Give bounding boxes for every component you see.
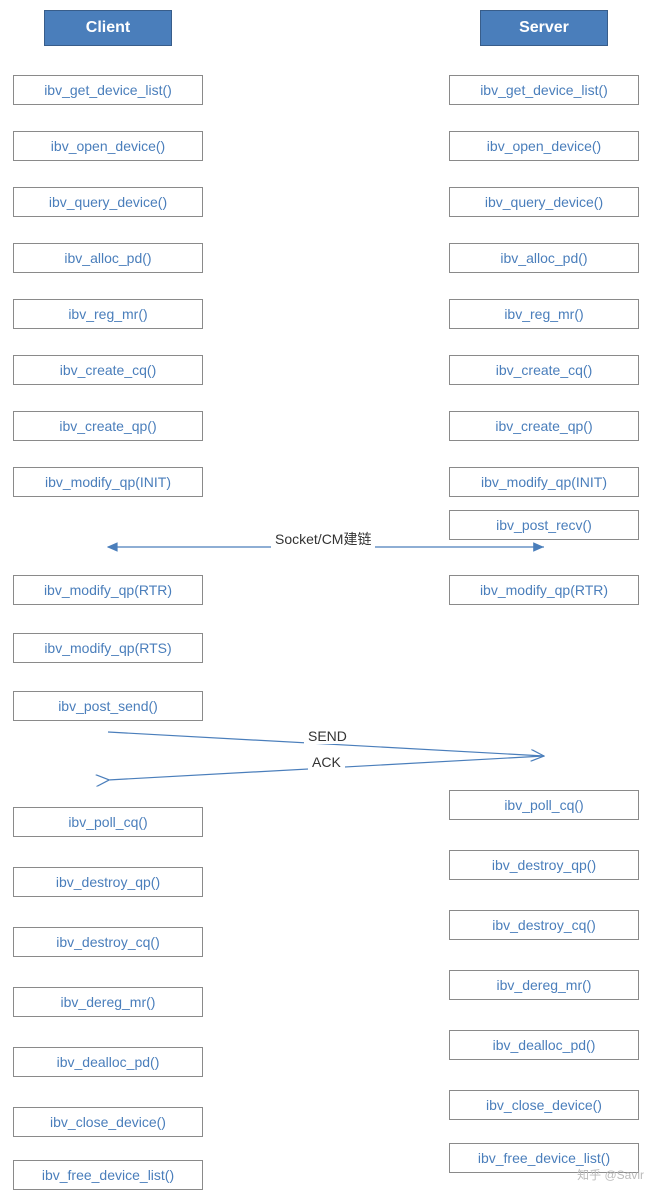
client-step: ibv_open_device() [13, 131, 203, 161]
client-step: ibv_alloc_pd() [13, 243, 203, 273]
step-label: ibv_poll_cq() [68, 814, 147, 830]
step-label: ibv_post_recv() [496, 517, 592, 533]
client-title: Client [86, 19, 130, 36]
server-step: ibv_dereg_mr() [449, 970, 639, 1000]
client-step: ibv_create_cq() [13, 355, 203, 385]
step-label: ibv_dereg_mr() [497, 977, 592, 993]
step-label: ibv_close_device() [486, 1097, 602, 1113]
server-header: Server [480, 10, 608, 46]
client-step: ibv_modify_qp(INIT) [13, 467, 203, 497]
client-step: ibv_create_qp() [13, 411, 203, 441]
client-header: Client [44, 10, 172, 46]
client-step: ibv_modify_qp(RTS) [13, 633, 203, 663]
client-step: ibv_post_send() [13, 691, 203, 721]
step-label: ibv_modify_qp(INIT) [45, 474, 171, 490]
step-label: ibv_dealloc_pd() [493, 1037, 596, 1053]
server-step: ibv_modify_qp(RTR) [449, 575, 639, 605]
step-label: ibv_create_cq() [496, 362, 593, 378]
step-label: ibv_get_device_list() [44, 82, 172, 98]
server-step: ibv_close_device() [449, 1090, 639, 1120]
server-step: ibv_create_qp() [449, 411, 639, 441]
client-step: ibv_modify_qp(RTR) [13, 575, 203, 605]
client-step: ibv_get_device_list() [13, 75, 203, 105]
step-label: ibv_create_cq() [60, 362, 157, 378]
step-label: ibv_modify_qp(INIT) [481, 474, 607, 490]
step-label: ibv_get_device_list() [480, 82, 608, 98]
ack-label: ACK [308, 754, 345, 770]
step-label: ibv_free_device_list() [478, 1150, 610, 1166]
step-label: ibv_query_device() [485, 194, 603, 210]
server-step: ibv_destroy_cq() [449, 910, 639, 940]
client-step: ibv_free_device_list() [13, 1160, 203, 1190]
step-label: ibv_destroy_cq() [56, 934, 160, 950]
step-label: ibv_open_device() [487, 138, 601, 154]
step-label: ibv_reg_mr() [68, 306, 147, 322]
step-label: ibv_free_device_list() [42, 1167, 174, 1183]
step-label: ibv_open_device() [51, 138, 165, 154]
step-label: ibv_modify_qp(RTR) [44, 582, 172, 598]
connect-label: Socket/CM建链 [271, 529, 375, 549]
server-step: ibv_alloc_pd() [449, 243, 639, 273]
step-label: ibv_destroy_cq() [492, 917, 596, 933]
step-label: ibv_dealloc_pd() [57, 1054, 160, 1070]
step-label: ibv_destroy_qp() [492, 857, 596, 873]
step-label: ibv_modify_qp(RTR) [480, 582, 608, 598]
client-step: ibv_destroy_qp() [13, 867, 203, 897]
step-label: ibv_reg_mr() [504, 306, 583, 322]
server-step: ibv_reg_mr() [449, 299, 639, 329]
step-label: ibv_post_send() [58, 698, 158, 714]
step-label: ibv_close_device() [50, 1114, 166, 1130]
server-step: ibv_get_device_list() [449, 75, 639, 105]
step-label: ibv_create_qp() [59, 418, 156, 434]
server-step: ibv_open_device() [449, 131, 639, 161]
step-label: ibv_modify_qp(RTS) [44, 640, 171, 656]
server-column: Server ibv_get_device_list()ibv_open_dev… [444, 0, 644, 46]
server-step: ibv_destroy_qp() [449, 850, 639, 880]
watermark: 知乎 @Savir [577, 1166, 644, 1183]
server-step: ibv_dealloc_pd() [449, 1030, 639, 1060]
server-step: ibv_modify_qp(INIT) [449, 467, 639, 497]
client-column: Client ibv_get_device_list()ibv_open_dev… [8, 0, 208, 46]
step-label: ibv_alloc_pd() [500, 250, 587, 266]
client-step: ibv_reg_mr() [13, 299, 203, 329]
client-step: ibv_query_device() [13, 187, 203, 217]
step-label: ibv_create_qp() [495, 418, 592, 434]
client-step: ibv_poll_cq() [13, 807, 203, 837]
server-step: ibv_post_recv() [449, 510, 639, 540]
server-step: ibv_query_device() [449, 187, 639, 217]
send-label: SEND [304, 728, 351, 744]
client-step: ibv_close_device() [13, 1107, 203, 1137]
server-step: ibv_poll_cq() [449, 790, 639, 820]
step-label: ibv_destroy_qp() [56, 874, 160, 890]
step-label: ibv_query_device() [49, 194, 167, 210]
step-label: ibv_poll_cq() [504, 797, 583, 813]
client-step: ibv_destroy_cq() [13, 927, 203, 957]
step-label: ibv_dereg_mr() [61, 994, 156, 1010]
client-step: ibv_dealloc_pd() [13, 1047, 203, 1077]
client-step: ibv_dereg_mr() [13, 987, 203, 1017]
server-title: Server [519, 19, 569, 36]
server-step: ibv_create_cq() [449, 355, 639, 385]
step-label: ibv_alloc_pd() [64, 250, 151, 266]
